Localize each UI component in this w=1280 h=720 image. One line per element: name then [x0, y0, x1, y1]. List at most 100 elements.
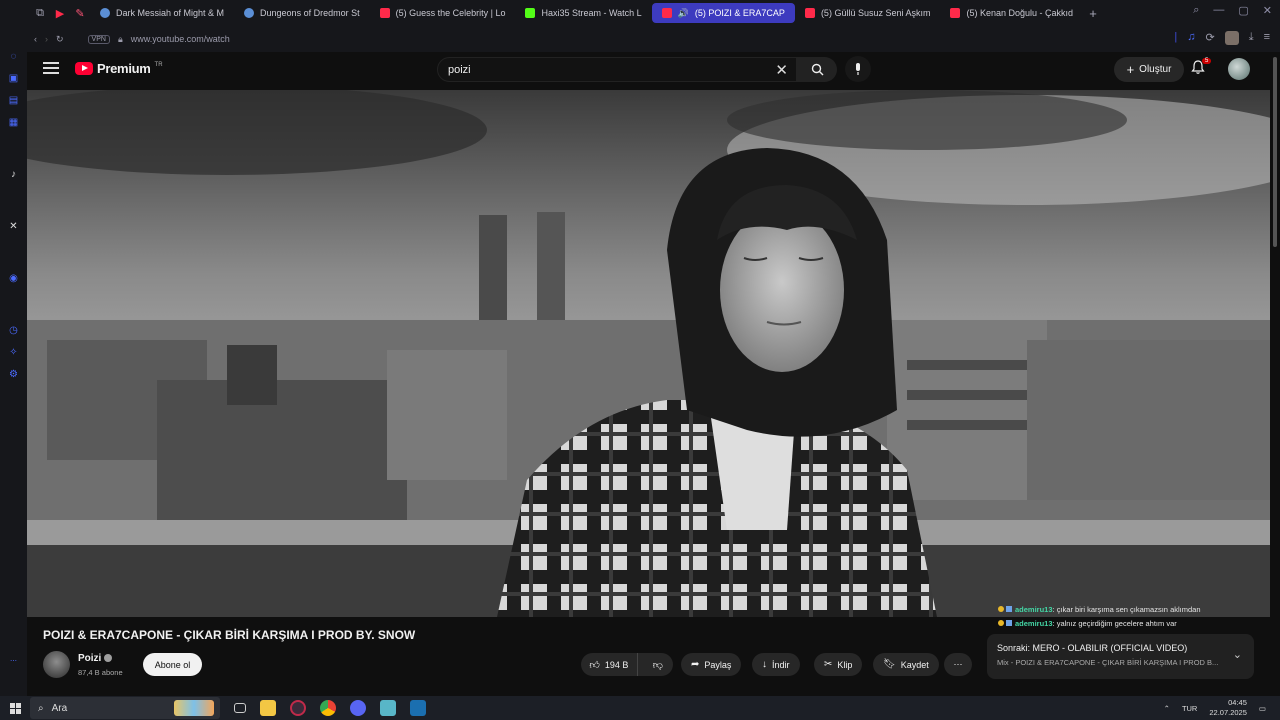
system-tray: ⌃ TUR 04:45 22.07.2025 ▭ [1164, 698, 1266, 718]
dislike-button[interactable]: 👎︎ [643, 659, 673, 671]
steam-icon [244, 8, 255, 18]
video-title: POIZI & ERA7CAPONE - ÇIKAR BİRİ KARŞIMA … [43, 628, 416, 642]
shopping-icon[interactable]: ▣ [7, 72, 20, 85]
kick-icon [525, 8, 536, 18]
window-controls: ⌕ — ▢ ✕ [1193, 4, 1272, 17]
voice-search-button[interactable] [845, 56, 871, 82]
create-button[interactable]: + Oluştur [1114, 57, 1184, 82]
sync-icon[interactable]: ⟳ [1205, 31, 1214, 45]
opera-icon[interactable] [290, 700, 306, 716]
discord-icon[interactable] [350, 700, 366, 716]
more-icon[interactable]: ⋯ [7, 655, 20, 668]
settings-icon[interactable]: ⚙ [7, 368, 20, 381]
clear-search-icon[interactable]: ✕ [775, 61, 788, 79]
up-next-card[interactable]: Sonraki: MERO - OLABILIR (OFFICIAL VIDEO… [987, 634, 1254, 679]
tab-4-active[interactable]: 🔊 (5) POIZI & ERA7CAP [651, 3, 795, 23]
search-tabs-icon[interactable]: ⌕ [1193, 4, 1199, 17]
chrome-icon[interactable] [320, 700, 336, 716]
notification-badge: 5 [1202, 58, 1212, 64]
close-window-icon[interactable]: ✕ [1263, 4, 1272, 17]
lock-icon: 🔒︎ [117, 33, 123, 44]
search-button[interactable] [797, 57, 837, 82]
extensions-icon[interactable]: ✧ [7, 346, 20, 359]
workspace-icon[interactable]: ▦ [7, 116, 20, 129]
tab-6[interactable]: (5) Kenan Doğulu - Çakkıd [940, 3, 1083, 23]
share-button[interactable]: ➦ Paylaş [681, 653, 742, 676]
easy-setup-icon[interactable]: ≡ [1264, 31, 1270, 45]
windows-taskbar: ⌕ Ara ⌃ TUR 04:45 22.07.2025 ▭ [0, 696, 1280, 720]
pinned-tab-icon[interactable]: ✎ [70, 3, 90, 23]
youtube-icon [661, 8, 672, 18]
more-actions-button[interactable]: ⋯ [944, 653, 972, 676]
maximize-icon[interactable]: ▢ [1238, 4, 1248, 17]
music-icon[interactable]: ♫ [1187, 31, 1195, 45]
tab-3[interactable]: Haxi35 Stream - Watch L [515, 3, 651, 23]
download-icon[interactable]: ⤓ [1249, 31, 1254, 45]
task-view-icon[interactable] [234, 703, 246, 713]
chat-message: ademiru13: yalnız geçirdiğim gecelere ah… [998, 617, 1201, 631]
tab-menu-icon[interactable]: ⧉ [30, 3, 50, 23]
chevron-down-icon[interactable]: ⌄ [1233, 648, 1242, 661]
download-button[interactable]: ↓ İndir [752, 653, 800, 676]
subscribe-button[interactable]: Abone ol [143, 653, 202, 676]
search-icon [811, 63, 823, 76]
steam-icon [100, 8, 110, 18]
scrollbar-thumb[interactable] [1273, 57, 1277, 247]
notepad-icon[interactable] [380, 700, 396, 716]
x-icon[interactable]: ✕ [7, 220, 20, 233]
channel-name[interactable]: Poizi [78, 653, 113, 664]
menu-icon[interactable] [43, 62, 59, 74]
clip-button[interactable]: ✂ Klip [814, 653, 863, 676]
minimize-icon[interactable]: — [1213, 4, 1224, 17]
notification-center-icon[interactable]: ▭ [1259, 704, 1266, 713]
taskbar-search[interactable]: ⌕ Ara [30, 697, 220, 719]
video-player[interactable] [27, 90, 1270, 617]
tab-2[interactable]: (5) Guess the Celebrity | Lo [370, 3, 516, 23]
channel-avatar[interactable] [43, 651, 70, 678]
search-highlight-image [174, 700, 214, 716]
start-button[interactable] [0, 702, 30, 714]
verified-icon [104, 654, 113, 663]
save-button[interactable]: 🔖︎ Kaydet [873, 653, 939, 676]
page-scrollbar[interactable] [1270, 52, 1280, 696]
subscriber-count: 87,4 B abone [78, 668, 123, 677]
back-icon[interactable]: ‹ [34, 34, 37, 44]
search-input[interactable]: poizi ✕ [437, 57, 797, 82]
account-avatar[interactable] [1228, 58, 1250, 80]
url-field[interactable]: www.youtube.com/watch [131, 34, 230, 44]
youtube-premium-logo[interactable]: Premium TR [75, 61, 163, 76]
youtube-icon [950, 8, 961, 18]
youtube-icon [379, 8, 390, 18]
up-next-title: Sonraki: MERO - OLABILIR (OFFICIAL VIDEO… [997, 643, 1188, 653]
address-bar-actions: | ♫ ⟳ ⤓ ≡ [1174, 31, 1270, 45]
player-icon[interactable]: ◉ [7, 272, 20, 285]
language-indicator[interactable]: TUR [1182, 704, 1197, 713]
clock[interactable]: 04:45 22.07.2025 [1209, 698, 1247, 718]
badge-icon [1006, 606, 1012, 612]
chat-message: ademiru13: çıkar biri karşıma sen çıkama… [998, 603, 1201, 617]
youtube-masthead: Premium TR poizi ✕ + Oluştur 5 [27, 52, 1270, 90]
like-dislike-group: 👍︎ 194 B 👎︎ [581, 653, 673, 676]
reload-icon[interactable]: ↻ [56, 34, 64, 45]
vpn-badge[interactable]: VPN [87, 34, 110, 44]
youtube-pinned-icon[interactable]: ▶ [50, 3, 70, 23]
steam-icon[interactable] [410, 700, 426, 716]
tiktok-icon[interactable]: ♪ [7, 168, 20, 181]
history-icon[interactable]: ◷ [7, 324, 20, 337]
emote-icon [998, 620, 1004, 626]
new-tab-button[interactable]: + [1083, 3, 1103, 23]
profile-avatar[interactable] [1224, 31, 1239, 45]
audio-playing-icon[interactable]: 🔊 [678, 8, 689, 19]
chat-overlay: ademiru13: çıkar biri karşıma sen çıkama… [998, 603, 1201, 631]
messenger-icon[interactable]: ▤ [7, 94, 20, 107]
taskbar-apps [234, 700, 426, 716]
notifications-button[interactable]: 5 [1191, 58, 1212, 80]
forward-icon[interactable]: › [45, 34, 48, 44]
tray-chevron-icon[interactable]: ⌃ [1164, 704, 1170, 713]
file-explorer-icon[interactable] [260, 700, 276, 716]
tab-0[interactable]: Dark Messiah of Might & M [90, 3, 234, 23]
emote-icon [998, 606, 1004, 612]
tab-1[interactable]: Dungeons of Dredmor St [234, 3, 370, 23]
like-button[interactable]: 👍︎ 194 B [581, 653, 638, 676]
tab-5[interactable]: (5) Güllü Susuz Seni Aşkım [795, 3, 941, 23]
